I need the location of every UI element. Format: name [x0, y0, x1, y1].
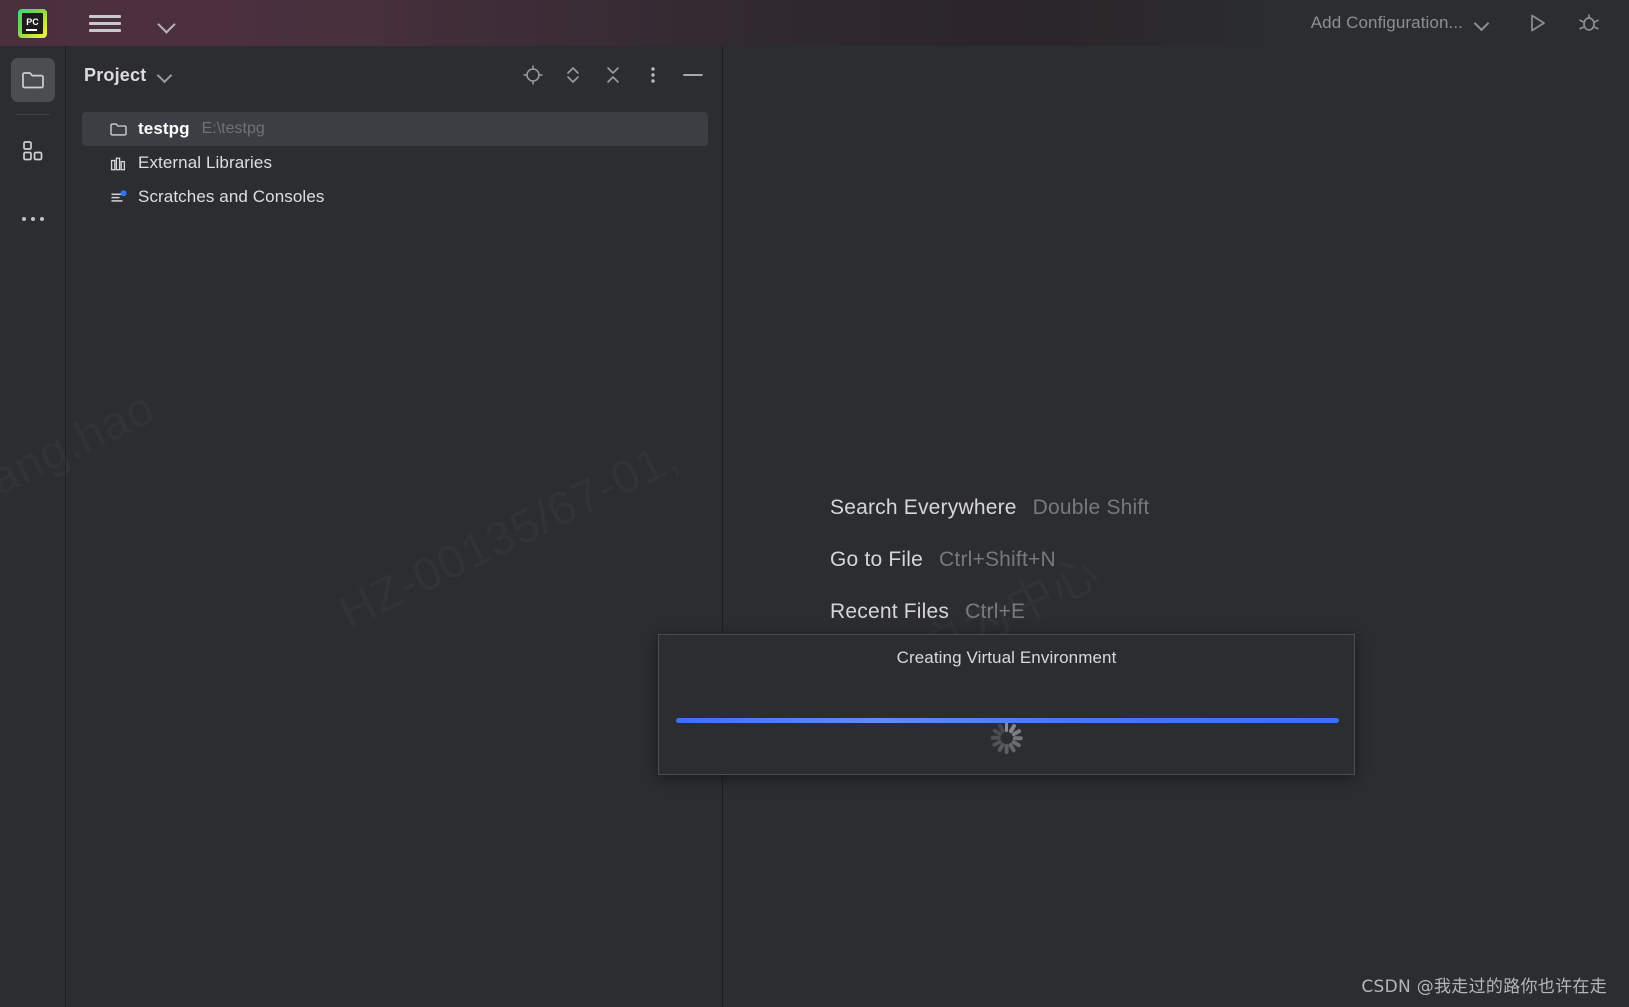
rail-divider — [15, 114, 50, 115]
chevron-down-icon[interactable] — [1471, 12, 1493, 34]
project-panel-toolbar — [520, 62, 706, 88]
hint-search-everywhere: Search Everywhere Double Shift — [830, 496, 1430, 520]
scratches-icon — [108, 187, 128, 207]
hint-label: Search Everywhere — [830, 496, 1017, 519]
hint-shortcut: Double Shift — [1032, 496, 1150, 519]
select-opened-file-button[interactable] — [520, 62, 546, 88]
shortcut-hints: Search Everywhere Double Shift Go to Fil… — [830, 496, 1430, 652]
hint-label: Recent Files — [830, 600, 950, 623]
hint-label: Go to File — [830, 548, 924, 571]
hamburger-line — [89, 28, 121, 32]
sidebar-item-structure[interactable] — [11, 129, 55, 173]
add-configuration-button[interactable]: Add Configuration... — [1311, 13, 1463, 33]
tree-item-external-libraries[interactable]: External Libraries — [82, 146, 708, 180]
chevron-down-icon[interactable] — [155, 65, 175, 85]
locate-target-icon — [523, 65, 543, 85]
more-ellipsis-icon — [21, 217, 44, 221]
title-bar: PC Add Configuration... — [0, 0, 1629, 46]
pycharm-logo-bar — [26, 28, 37, 31]
debug-button[interactable] — [1567, 8, 1611, 38]
title-bar-left: PC — [0, 8, 179, 38]
expand-collapse-button[interactable] — [560, 62, 586, 88]
hint-shortcut: Ctrl+Shift+N — [939, 548, 1056, 571]
tool-window-rail — [0, 46, 66, 1007]
project-panel-header: Project — [66, 46, 722, 104]
tree-item-testpg[interactable]: testpg E:\testpg — [82, 112, 708, 146]
loading-spinner-icon — [990, 721, 1024, 755]
up-down-chevrons-icon — [567, 67, 579, 83]
library-icon — [108, 153, 128, 173]
title-bar-right: Add Configuration... — [1311, 8, 1629, 38]
run-play-icon — [1531, 14, 1545, 32]
pycharm-logo-label: PC — [26, 16, 39, 27]
hamburger-menu-icon[interactable] — [89, 10, 121, 36]
tree-item-label: Scratches and Consoles — [138, 187, 325, 206]
progress-bar — [676, 718, 1339, 723]
chevron-down-icon[interactable] — [155, 11, 179, 35]
hint-go-to-file: Go to File Ctrl+Shift+N — [830, 548, 1430, 572]
project-panel-title: Project — [84, 64, 147, 85]
project-tree: testpg E:\testpg External Libraries Scra… — [66, 104, 722, 214]
tree-item-scratches-and-consoles[interactable]: Scratches and Consoles — [82, 180, 708, 214]
sidebar-item-more[interactable] — [11, 197, 55, 241]
structure-blocks-icon — [22, 141, 42, 161]
tree-item-path: E:\testpg — [201, 120, 265, 137]
creating-virtual-environment-dialog: Creating Virtual Environment — [658, 634, 1355, 775]
hamburger-line — [89, 14, 121, 18]
folder-icon — [21, 72, 44, 89]
pycharm-logo-icon: PC — [18, 8, 47, 38]
pycharm-window: PC Add Configuration... Project testpg E… — [0, 0, 1629, 1007]
tree-item-label: External Libraries — [138, 153, 273, 172]
hamburger-line — [89, 21, 121, 25]
project-tool-window: Project testpg E:\testpg External Librar… — [66, 46, 723, 1007]
progress-bar-fill — [676, 718, 1339, 723]
vertical-dots-icon — [651, 67, 655, 83]
minimize-dash-icon — [683, 74, 703, 76]
debug-bug-icon — [1579, 14, 1599, 31]
editor-empty-state: Search Everywhere Double Shift Go to Fil… — [723, 46, 1629, 1007]
sidebar-item-project[interactable] — [10, 58, 55, 102]
hint-shortcut: Ctrl+E — [965, 600, 1026, 623]
tree-item-label: testpg — [138, 119, 190, 138]
collapse-all-button[interactable] — [600, 62, 626, 88]
dialog-title: Creating Virtual Environment — [896, 648, 1117, 667]
csdn-watermark: CSDN @我走过的路你也许在走 — [1361, 977, 1607, 997]
folder-icon — [108, 119, 128, 139]
options-menu-button[interactable] — [640, 62, 666, 88]
hint-recent-files: Recent Files Ctrl+E — [830, 600, 1430, 624]
run-button[interactable] — [1515, 8, 1559, 38]
hide-panel-button[interactable] — [680, 62, 706, 88]
collapse-all-icon — [607, 67, 619, 83]
